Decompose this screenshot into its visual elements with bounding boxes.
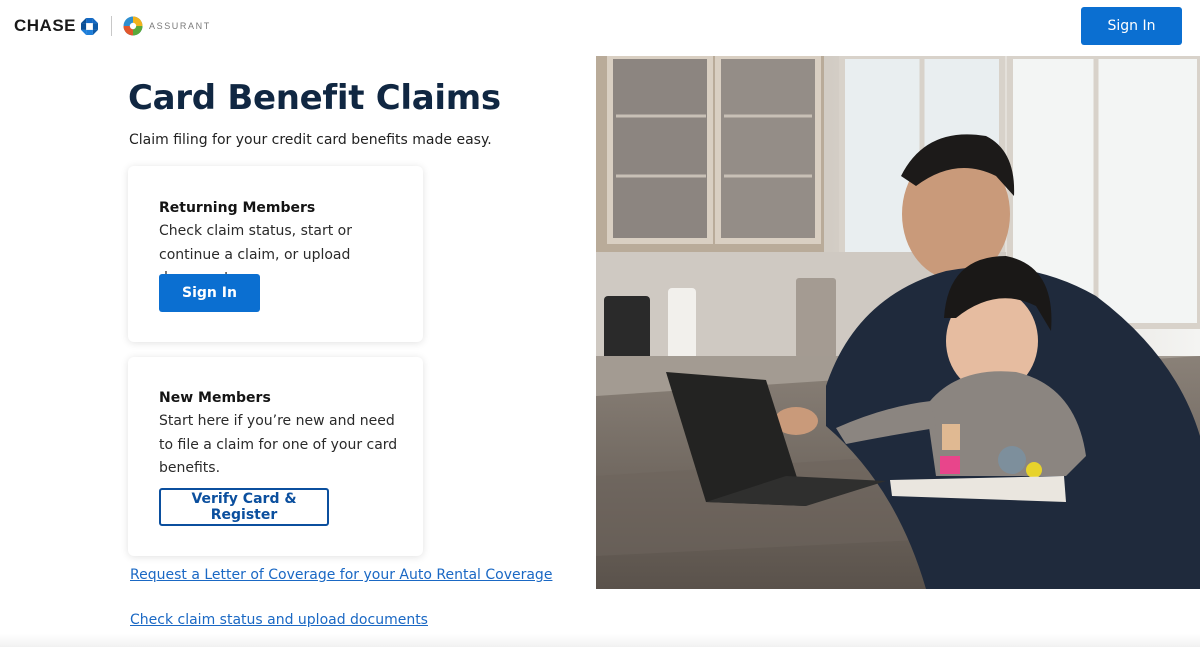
- letter-of-coverage-link[interactable]: Request a Letter of Coverage for your Au…: [130, 567, 552, 583]
- returning-members-card: Returning Members Check claim status, st…: [128, 166, 423, 342]
- new-members-description: Start here if you’re new and need to fil…: [159, 413, 398, 476]
- verify-card-register-button[interactable]: Verify Card & Register: [159, 488, 329, 526]
- chase-octagon-logo-icon: [81, 17, 99, 35]
- header: CHASE ASSURANT Sign In: [0, 0, 1200, 56]
- assurant-logo-text: ASSURANT: [149, 21, 211, 31]
- returning-sign-in-button[interactable]: Sign In: [159, 274, 260, 312]
- new-members-card: New Members Start here if you’re new and…: [128, 357, 423, 556]
- header-sign-in-button[interactable]: Sign In: [1081, 7, 1182, 45]
- assurant-globe-logo-icon: [123, 16, 143, 36]
- page-title: Card Benefit Claims: [128, 78, 501, 118]
- chase-logo[interactable]: CHASE: [14, 16, 99, 36]
- footer-shade: [0, 634, 1200, 647]
- new-members-title: New Members: [159, 390, 271, 406]
- chase-logo-text: CHASE: [14, 16, 77, 35]
- page-subtitle: Claim filing for your credit card benefi…: [129, 132, 492, 148]
- logo-divider: [111, 16, 112, 36]
- check-claim-status-link[interactable]: Check claim status and upload documents: [130, 612, 428, 628]
- assurant-logo: ASSURANT: [123, 16, 211, 36]
- hero-image: [596, 56, 1200, 589]
- returning-members-title: Returning Members: [159, 200, 316, 216]
